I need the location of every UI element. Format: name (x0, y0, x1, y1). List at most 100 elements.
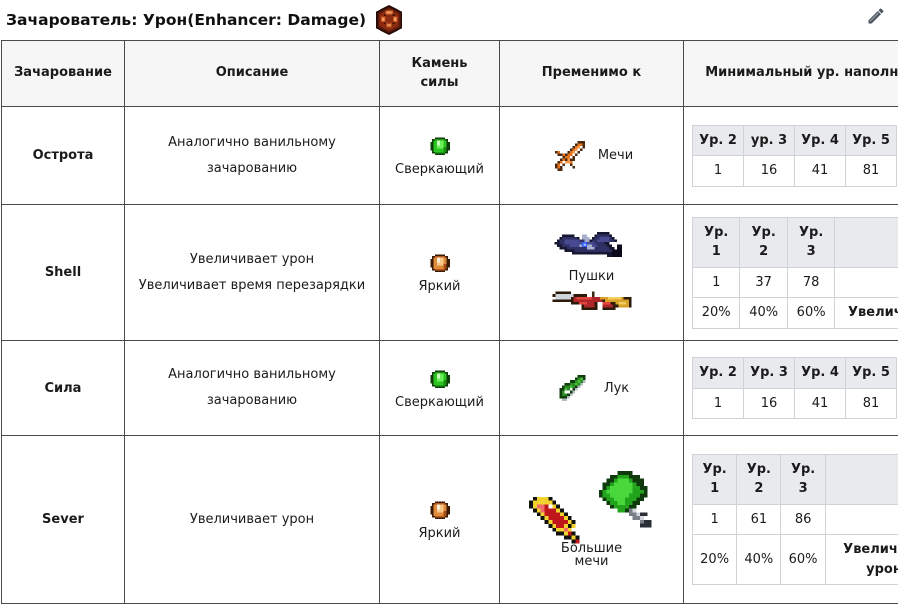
level-header: Ур. 3 (781, 454, 825, 504)
level-header: Ур. 1 (693, 217, 740, 267)
level-percent-row: 20% 40% 60% Увеличение (693, 298, 898, 329)
level-header: Ур. 2 (737, 454, 781, 504)
power-stone-label-line2: силы (420, 75, 458, 90)
description-line: Увеличивает время перезарядки (135, 273, 369, 299)
level-value: 41 (795, 388, 846, 419)
power-stone-cell: Сверкающий (380, 107, 500, 205)
level-header: Ур. 4 (795, 125, 846, 156)
table-head: Зачарование Описание Камень силы Премени… (2, 41, 898, 107)
table-row: Shell Увеличивает урон Увеличивает время… (2, 205, 898, 341)
level-value: 1 (693, 156, 744, 187)
power-stone-label: Яркий (418, 526, 460, 541)
applies-to-label: мечи (504, 554, 679, 569)
level-header-word: Ур. (702, 462, 726, 477)
power-stone-label: Сверкающий (395, 395, 484, 410)
min-fill-level-cell: Ур. 1 Ур. 2 Ур. 3 (684, 436, 898, 604)
table-row: Острота Аналогично ванильному зачаровани… (2, 107, 898, 205)
description-line: Увеличивает урон (135, 507, 369, 533)
level-header-row: Ур. 1 Ур. 2 Ур. 3 (693, 454, 898, 504)
level-header: Ур. 5 (846, 358, 897, 389)
table-row: Сила Аналогично ванильному зачарованию (2, 341, 898, 436)
level-header: ур. 3 (744, 125, 795, 156)
column-header-min-fill-level: Минимальный ур. наполнения: (684, 41, 898, 107)
enchantment-description: Аналогично ванильному зачарованию (125, 107, 380, 205)
level-header: Ур. 2 (693, 358, 744, 389)
level-header: Ур. 3 (787, 217, 834, 267)
level-percent: 60% (787, 298, 834, 329)
level-percent: 40% (740, 298, 787, 329)
enchantment-name: Sever (2, 436, 125, 604)
level-note-line: Увеличение (843, 542, 898, 557)
enchantment-description: Увеличивает урон Увеличивает время перез… (125, 205, 380, 341)
level-note-line: урона (866, 562, 898, 577)
power-stone-label: Яркий (418, 279, 460, 294)
level-value: 41 (795, 156, 846, 187)
level-value: 1 (693, 267, 740, 298)
page-header: Зачарователь: Урон(Enhancer: Damage) (0, 0, 898, 40)
level-header: Ур. 2 (740, 217, 787, 267)
level-header-row: Ур. 1 Ур. 2 Ур. 3 (693, 217, 898, 267)
level-value-row: 1 37 78 (693, 267, 898, 298)
level-header-word: Ур. (791, 462, 815, 477)
applies-to-cell: Мечи (500, 107, 684, 205)
column-header-description: Описание (125, 41, 380, 107)
pencil-edit-icon[interactable] (866, 6, 886, 26)
column-header-applies-to: Пременимо к (500, 41, 684, 107)
page-title: Зачарователь: Урон(Enhancer: Damage) (6, 11, 366, 29)
level-header-number: 2 (754, 481, 763, 496)
green-greatsword-icon (595, 471, 655, 531)
level-header: Ур. 1 (693, 454, 737, 504)
column-header-power-stone: Камень силы (380, 41, 500, 107)
level-percent: 20% (693, 535, 737, 585)
table-header-row: Зачарование Описание Камень силы Премени… (2, 41, 898, 107)
level-percent: 40% (737, 535, 781, 585)
level-value: 61 (737, 504, 781, 535)
enchantment-name: Shell (2, 205, 125, 341)
green-bow-icon (554, 367, 596, 409)
level-value: 1 (693, 388, 744, 419)
enhancer-damage-block-icon (374, 5, 404, 35)
enchantments-table: Зачарование Описание Камень силы Премени… (1, 40, 898, 604)
applies-to-label: Пушки (569, 269, 615, 284)
table-body: Острота Аналогично ванильному зачаровани… (2, 107, 898, 604)
level-header: Ур. 2 (693, 125, 744, 156)
green-gem-icon (427, 367, 453, 393)
level-value-row: 1 61 86 (693, 504, 898, 535)
level-value: 16 (744, 388, 795, 419)
enchantment-name: Острота (2, 107, 125, 205)
description-line: Аналогично ванильному (135, 362, 369, 388)
power-stone-cell: Яркий (380, 205, 500, 341)
orange-gem-icon (427, 498, 453, 524)
level-value-blank (835, 267, 898, 298)
level-header: Ур. 4 (795, 358, 846, 389)
level-value: 81 (846, 156, 897, 187)
level-value: 37 (740, 267, 787, 298)
orange-gem-icon (427, 251, 453, 277)
level-note: Увеличение урона (825, 535, 898, 585)
power-stone-label: Сверкающий (395, 162, 484, 177)
enchanter-damage-page: Зачарователь: Урон(Enhancer: Damage) (0, 0, 898, 600)
level-value: 78 (787, 267, 834, 298)
applies-to-label: Лук (604, 381, 629, 396)
level-percent: 60% (781, 535, 825, 585)
level-value: 81 (846, 388, 897, 419)
level-value: 86 (781, 504, 825, 535)
level-requirements-table: Ур. 1 Ур. 2 Ур. 3 (692, 454, 898, 586)
description-line: зачарованию (135, 388, 369, 414)
enchantment-name: Сила (2, 341, 125, 436)
applies-to-cell: Пушки (500, 205, 684, 341)
rifle-icon (550, 286, 634, 318)
level-percent-row: 20% 40% 60% Увеличение урона (693, 535, 898, 585)
level-note: Увеличение (835, 298, 898, 329)
level-requirements-table: Ур. 2 ур. 3 Ур. 4 Ур. 5 1 16 41 81 (692, 125, 897, 187)
power-stone-label-line1: Камень (411, 56, 467, 71)
level-header-blank (825, 454, 898, 504)
description-line: зачарованию (135, 156, 369, 182)
power-stone-cell: Яркий (380, 436, 500, 604)
level-header: Ур. 5 (846, 125, 897, 156)
level-header-word: Ур. (747, 462, 771, 477)
level-header: Ур. 3 (744, 358, 795, 389)
level-value-row: 1 16 41 81 (693, 156, 897, 187)
level-header-blank (835, 217, 898, 267)
table-row: Sever Увеличивает урон (2, 436, 898, 604)
